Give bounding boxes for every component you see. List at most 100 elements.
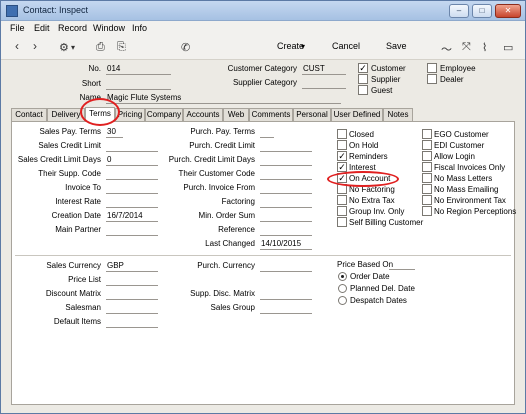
- short-underline: [106, 89, 171, 90]
- order-date-radio[interactable]: [338, 272, 347, 281]
- tab-accounts[interactable]: Accounts: [183, 108, 223, 121]
- sales-credit-limit-days-value[interactable]: 0: [107, 155, 111, 164]
- dealer-checkbox-label: Dealer: [440, 75, 464, 84]
- customer-checkbox[interactable]: ✓: [358, 63, 368, 73]
- no-environment-tax-checkbox-label: No Environment Tax: [434, 196, 506, 205]
- interest-rate-underline: [106, 207, 158, 208]
- menu-edit[interactable]: Edit: [34, 23, 50, 33]
- document-icon[interactable]: ▭: [503, 41, 513, 54]
- gear-icon[interactable]: ⚙: [59, 41, 69, 54]
- no-value[interactable]: 014: [107, 64, 120, 73]
- no-mass-emailing-checkbox[interactable]: [422, 184, 432, 194]
- creation-date-value[interactable]: 16/7/2014: [107, 211, 143, 220]
- no-mass-letters-checkbox[interactable]: [422, 173, 432, 183]
- tab-personal[interactable]: Personal: [293, 108, 331, 121]
- factoring-label: Factoring: [221, 197, 255, 206]
- min-order-sum-underline: [260, 221, 312, 222]
- activity-icon[interactable]: 〜: [441, 41, 452, 57]
- dealer-checkbox[interactable]: [427, 74, 437, 84]
- creation-date-underline: [106, 221, 158, 222]
- save-button[interactable]: Save: [386, 41, 407, 51]
- section-divider: [15, 255, 511, 256]
- no-region-perceptions-checkbox[interactable]: [422, 206, 432, 216]
- menu-info[interactable]: Info: [132, 23, 147, 33]
- sales-pay-terms-underline: [106, 137, 123, 138]
- price-based-on-label: Price Based On: [337, 260, 394, 269]
- tab-user-defined[interactable]: User Defined: [331, 108, 383, 121]
- reminders-checkbox[interactable]: ✓: [337, 151, 347, 161]
- sales-currency-value[interactable]: GBP: [107, 261, 124, 270]
- reminders-checkbox-label: Reminders: [349, 152, 388, 161]
- tab-notes[interactable]: Notes: [383, 108, 413, 121]
- last-changed-underline: [260, 249, 312, 250]
- back-icon[interactable]: ‹: [15, 39, 19, 53]
- title-bar[interactable]: Contact: Inspect – □ ✕: [1, 1, 525, 21]
- maximize-button[interactable]: □: [472, 4, 492, 18]
- interest-checkbox[interactable]: ✓: [337, 162, 347, 172]
- despatch-dates-radio-label: Despatch Dates: [350, 296, 407, 305]
- print-icon[interactable]: ⎙: [96, 41, 105, 54]
- purch-invoice-from-label: Purch. Invoice From: [183, 183, 255, 192]
- minimize-button[interactable]: –: [449, 4, 469, 18]
- planned-del-date-radio-label: Planned Del. Date: [350, 284, 415, 293]
- guest-checkbox[interactable]: [358, 85, 368, 95]
- planned-del-date-radio[interactable]: [338, 284, 347, 293]
- app-icon: [6, 5, 18, 17]
- purch-currency-underline: [260, 271, 312, 272]
- phone-icon[interactable]: ✆: [181, 41, 190, 54]
- menu-file[interactable]: File: [10, 23, 25, 33]
- ego-customer-checkbox[interactable]: [422, 129, 432, 139]
- their-supp-code-label: Their Supp. Code: [38, 169, 101, 178]
- their-customer-code-label: Their Customer Code: [178, 169, 255, 178]
- fiscal-invoices-only-checkbox[interactable]: [422, 162, 432, 172]
- gear-dropdown-icon[interactable]: ▾: [71, 43, 75, 52]
- purch-credit-limit-underline: [260, 151, 312, 152]
- no-extra-tax-checkbox[interactable]: [337, 195, 347, 205]
- main-partner-label: Main Partner: [55, 225, 101, 234]
- purch-currency-label: Purch. Currency: [197, 261, 255, 270]
- sales-pay-terms-value[interactable]: 30: [107, 127, 116, 136]
- sales-credit-limit-days-label: Sales Credit Limit Days: [17, 155, 101, 164]
- supplier-category-label: Supplier Category: [232, 78, 297, 87]
- self-billing-customer-checkbox[interactable]: [337, 217, 347, 227]
- attachment-icon[interactable]: ⌇: [482, 41, 487, 54]
- on-hold-checkbox[interactable]: [337, 140, 347, 150]
- purch-pay-terms-label: Purch. Pay. Terms: [190, 127, 255, 136]
- despatch-dates-radio[interactable]: [338, 296, 347, 305]
- ego-customer-checkbox-label: EGO Customer: [434, 130, 489, 139]
- minimize-icon: –: [456, 6, 462, 15]
- sales-group-label: Sales Group: [210, 303, 255, 312]
- discount-matrix-underline: [106, 299, 158, 300]
- their-customer-code-underline: [260, 179, 312, 180]
- cancel-button[interactable]: Cancel: [332, 41, 360, 51]
- menu-record[interactable]: Record: [58, 23, 87, 33]
- employee-checkbox[interactable]: [427, 63, 437, 73]
- tab-company[interactable]: Company: [145, 108, 183, 121]
- allow-login-checkbox-label: Allow Login: [434, 152, 475, 161]
- supplier-category-underline: [302, 88, 346, 89]
- no-environment-tax-checkbox[interactable]: [422, 195, 432, 205]
- default-items-label: Default Items: [53, 317, 101, 326]
- tab-contact[interactable]: Contact: [11, 108, 47, 121]
- last-changed-label: Last Changed: [205, 239, 255, 248]
- forward-icon[interactable]: ›: [33, 39, 37, 53]
- customer-checkbox-label: Customer: [371, 64, 406, 73]
- supplier-checkbox[interactable]: [358, 74, 368, 84]
- self-billing-customer-checkbox-label: Self Billing Customer: [349, 218, 424, 227]
- print-preview-icon[interactable]: ⎘: [117, 41, 126, 54]
- group-inv-only-checkbox[interactable]: [337, 206, 347, 216]
- edi-customer-checkbox[interactable]: [422, 140, 432, 150]
- closed-checkbox[interactable]: [337, 129, 347, 139]
- allow-login-checkbox[interactable]: [422, 151, 432, 161]
- create-dropdown-icon[interactable]: ▾: [301, 42, 305, 51]
- name-value[interactable]: Magic Flute Systems: [107, 93, 181, 102]
- no-label: No.: [88, 64, 101, 73]
- price-based-on-underline: [389, 269, 415, 270]
- tab-web[interactable]: Web: [223, 108, 249, 121]
- close-button[interactable]: ✕: [495, 4, 521, 18]
- tab-comments[interactable]: Comments: [249, 108, 293, 121]
- customer-category-value[interactable]: CUST: [303, 64, 325, 73]
- create-button[interactable]: Create: [277, 41, 304, 51]
- menu-window[interactable]: Window: [93, 23, 125, 33]
- fullscreen-icon[interactable]: ⤧: [462, 41, 471, 54]
